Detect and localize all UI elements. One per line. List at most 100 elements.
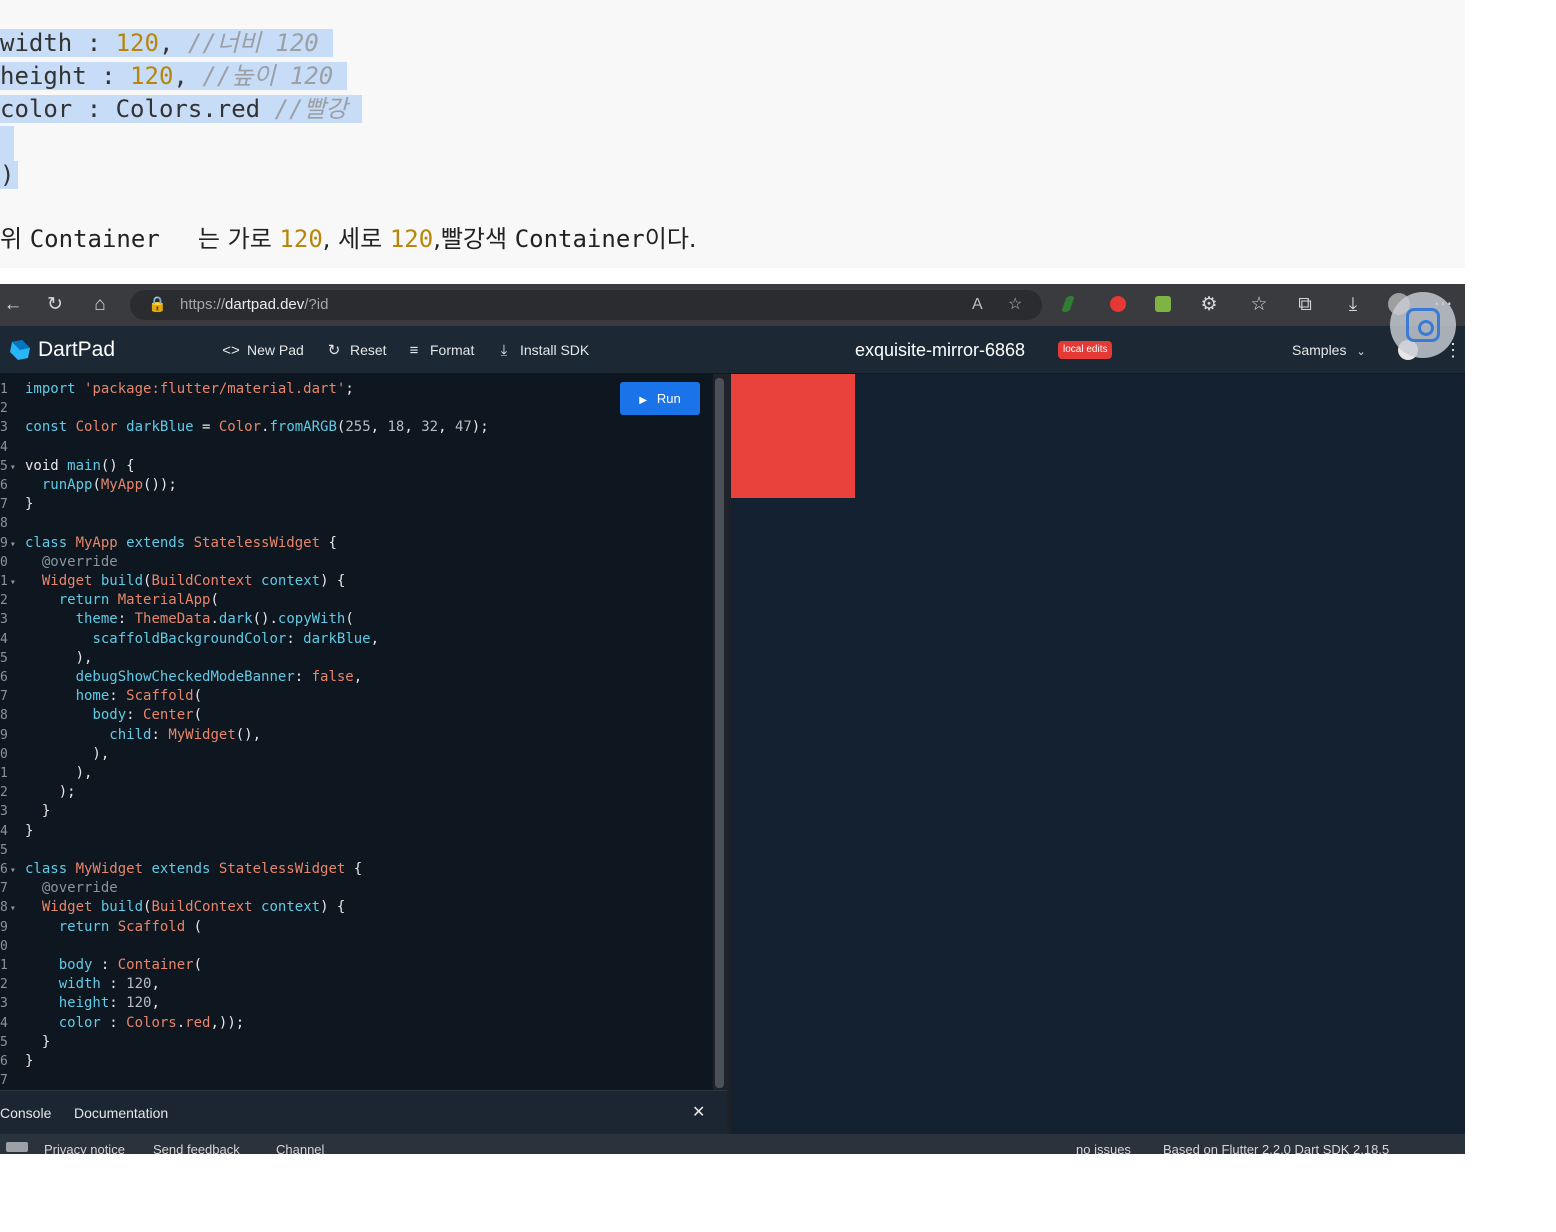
code-token: StatelessWidget [193, 534, 329, 551]
editor-scrollbar[interactable] [715, 378, 724, 1088]
code-line[interactable]: class MyWidget extends StatelessWidget { [25, 860, 362, 879]
pad-title[interactable]: exquisite-mirror-6868 [855, 326, 1025, 374]
output-pane [731, 374, 1465, 1134]
code-line[interactable]: class MyApp extends StatelessWidget { [25, 534, 337, 553]
fold-arrow-icon[interactable]: ▾ [10, 577, 16, 588]
code-token: : [109, 1014, 127, 1031]
code-line[interactable]: } [25, 802, 50, 821]
channel-dropdown[interactable]: Channel [276, 1142, 324, 1154]
code-token: class [25, 534, 76, 551]
favorite-add-icon[interactable]: ☆ [1008, 293, 1022, 317]
send-feedback-link[interactable]: Send feedback [153, 1142, 240, 1154]
code-line[interactable]: ), [25, 745, 109, 764]
code-line[interactable]: ), [25, 764, 93, 783]
code-line[interactable]: } [25, 1052, 33, 1071]
read-aloud-icon[interactable]: A [972, 293, 983, 317]
tab-documentation[interactable]: Documentation [74, 1091, 168, 1135]
code-line[interactable]: Widget build(BuildContext context) { [25, 572, 346, 591]
code-token: return [58, 592, 118, 609]
extension-stop-icon[interactable] [1110, 296, 1126, 312]
extensions-icon[interactable]: ⚙ [1196, 292, 1222, 318]
code-line[interactable]: scaffoldBackgroundColor: darkBlue, [25, 630, 379, 649]
close-icon[interactable]: ✕ [692, 1091, 705, 1135]
code-line[interactable]: ); [25, 783, 76, 802]
code-token: : [117, 611, 135, 628]
code-line[interactable]: body : Container( [25, 956, 202, 975]
fold-arrow-icon[interactable]: ▾ [10, 462, 16, 473]
collections-icon[interactable]: ⧉ [1292, 292, 1318, 318]
code-token: Scaffold [117, 918, 194, 935]
tab-console[interactable]: Console [0, 1091, 51, 1135]
back-icon[interactable]: ← [0, 292, 26, 318]
code-token: ( [92, 477, 101, 493]
code-token: 'package:flutter/material.dart' [84, 381, 346, 397]
favorites-icon[interactable]: ☆ [1246, 292, 1272, 318]
blog-code-snippet: width : 120, //너비 120 height : 120, //높이… [0, 0, 1465, 268]
code-line[interactable]: import 'package:flutter/material.dart'; [25, 380, 354, 399]
line-number: 5 [0, 842, 8, 858]
code-token: : [126, 707, 144, 724]
code-token: main [67, 457, 101, 474]
code-line[interactable]: debugShowCheckedModeBanner: false, [25, 668, 363, 687]
extension-pen-icon[interactable] [1061, 296, 1075, 312]
code-line[interactable]: } [25, 822, 33, 841]
code-line[interactable]: Widget build(BuildContext context) { [25, 898, 346, 917]
extension-green-icon[interactable] [1155, 296, 1171, 312]
code-token: @override [41, 553, 118, 570]
url-text[interactable]: https://dartpad.dev/?id [180, 290, 328, 320]
code-line[interactable]: @override [25, 879, 118, 898]
gutter: 4 [0, 630, 24, 649]
gutter: 6 [0, 668, 24, 687]
line-number: 7 [0, 689, 8, 705]
code-line[interactable]: body: Center( [25, 706, 202, 725]
gutter: 1 ▾ [0, 572, 24, 591]
reset-button[interactable]: ↻ Reset [325, 326, 387, 375]
keyboard-icon[interactable] [6, 1142, 28, 1152]
code-line[interactable]: } [25, 1033, 50, 1052]
code-line[interactable]: color : Colors.red,)); [25, 1014, 244, 1033]
home-icon[interactable]: ⌂ [87, 292, 113, 318]
code-line[interactable]: theme: ThemeData.dark().copyWith( [25, 610, 354, 629]
code-token: 255 [345, 419, 371, 436]
code-line[interactable]: return MaterialApp( [25, 591, 219, 610]
samples-dropdown[interactable]: Samples ⌄ [1292, 326, 1366, 376]
code-token: 47 [454, 419, 472, 436]
code-line[interactable]: child: MyWidget(), [25, 726, 261, 745]
reload-icon[interactable]: ↻ [42, 292, 68, 318]
gutter: 0 [0, 553, 24, 572]
code-line[interactable]: void main() { [25, 457, 135, 476]
code-line[interactable]: const Color darkBlue = Color.fromARGB(25… [25, 418, 489, 437]
fold-arrow-icon[interactable]: ▾ [10, 539, 16, 550]
code-line[interactable]: return Scaffold ( [25, 918, 202, 937]
code-token: Widget [41, 573, 101, 589]
code-token: Color [218, 419, 262, 436]
console-bar: Console Documentation ✕ [0, 1090, 727, 1134]
run-button[interactable]: ▶ Run [620, 382, 700, 415]
code-icon: <> [222, 342, 240, 359]
visual-search-button[interactable] [1390, 292, 1456, 358]
code-line[interactable]: @override [25, 553, 118, 572]
chevron-down-icon: ⌄ [1356, 346, 1366, 358]
gutter: 5 [0, 841, 24, 860]
code-line[interactable]: home: Scaffold( [25, 687, 202, 706]
code-line[interactable]: runApp(MyApp()); [25, 476, 177, 495]
gutter: 0 [0, 745, 24, 764]
code-line[interactable]: } [25, 495, 33, 514]
downloads-icon[interactable]: ⤓ [1340, 292, 1366, 318]
code-editor[interactable]: 1 import 'package:flutter/material.dart';… [0, 374, 713, 1090]
code-line[interactable]: ), [25, 649, 93, 668]
line-number: 1 [0, 766, 8, 781]
privacy-notice-link[interactable]: Privacy notice [44, 1142, 125, 1154]
app-name: DartPad [38, 338, 116, 361]
fold-arrow-icon[interactable]: ▾ [10, 865, 16, 876]
code-line[interactable]: width : 120, [25, 975, 160, 994]
install-sdk-button[interactable]: ⤓ Install SDK [495, 326, 590, 375]
address-bar[interactable]: 🔒 https://dartpad.dev/?id A ☆ [130, 290, 1042, 320]
fold-arrow-icon[interactable]: ▾ [10, 903, 16, 914]
format-button[interactable]: ≡ Format [405, 326, 475, 375]
code-line[interactable]: height: 120, [25, 994, 160, 1013]
new-pad-button[interactable]: <> New Pad [222, 326, 304, 375]
code-token: ( [193, 957, 203, 973]
